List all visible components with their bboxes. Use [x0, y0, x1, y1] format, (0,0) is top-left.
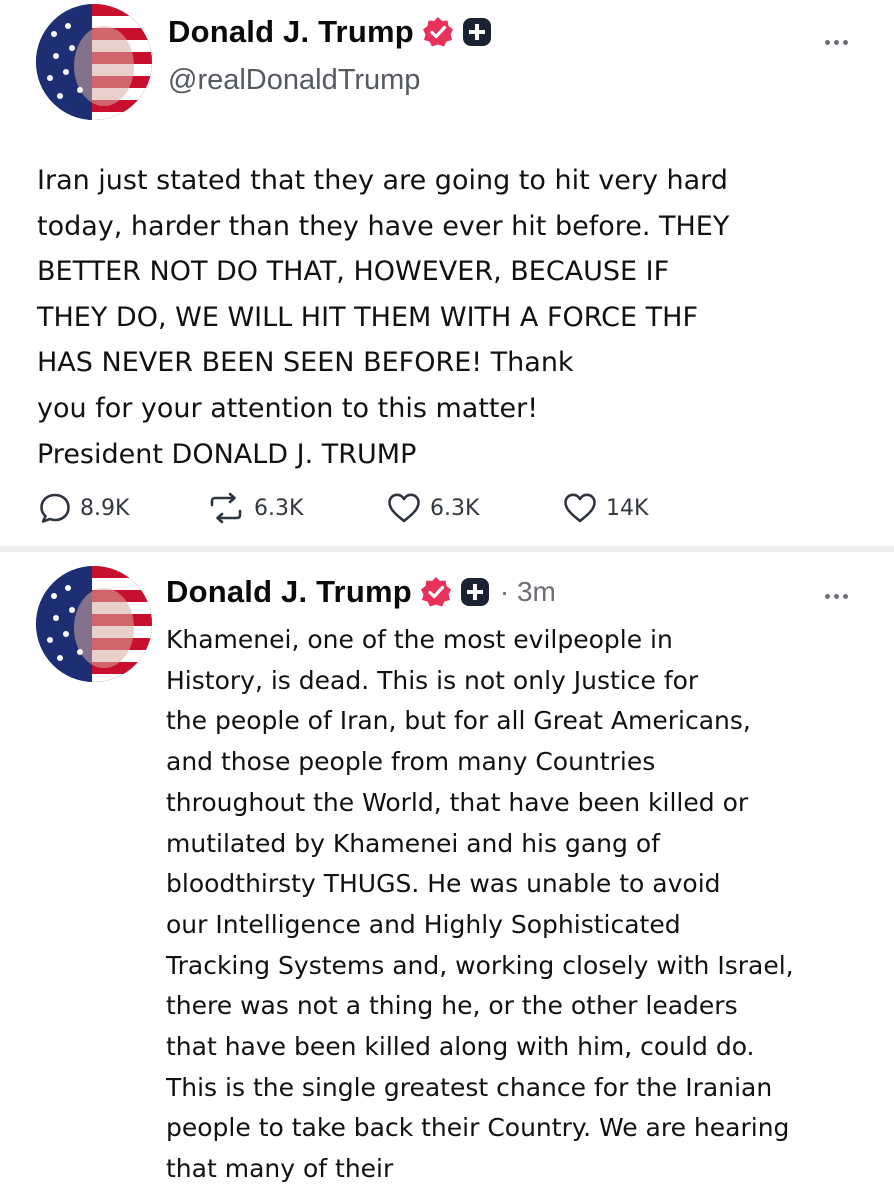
favorite-count: 14K [606, 495, 649, 521]
more-options-icon[interactable] [816, 32, 856, 52]
author-handle[interactable]: @realDonaldTrump [168, 64, 420, 97]
heart-icon [386, 491, 422, 525]
like-count: 6.3K [430, 495, 480, 521]
post-1: Donald J. Trump @realDonaldTrump Iran ju… [0, 0, 894, 548]
post-body: Iran just stated that they are going to … [37, 165, 730, 470]
avatar-flag-portrait-icon [36, 566, 152, 682]
avatar[interactable] [36, 566, 152, 682]
plus-badge-icon [462, 17, 492, 47]
reply-icon [38, 491, 72, 525]
retruth-icon [206, 491, 246, 525]
post-actions: 8.9K 6.3K 6.3K 14K [0, 491, 894, 531]
avatar-flag-portrait-icon [36, 4, 152, 120]
plus-badge-icon [460, 577, 490, 607]
author-row: Donald J. Trump · 3m [166, 574, 556, 610]
heart-icon [562, 491, 598, 525]
reply-count: 8.9K [80, 495, 130, 521]
author-row: Donald J. Trump [168, 14, 492, 50]
post-timestamp[interactable]: · 3m [500, 576, 556, 608]
retruth-count: 6.3K [254, 495, 304, 521]
like-button[interactable]: 6.3K [386, 491, 479, 525]
favorite-button[interactable]: 14K [562, 491, 648, 525]
post-body: Khamenei, one of the most evilpeople in … [166, 625, 794, 1184]
retruth-button[interactable]: 6.3K [206, 491, 303, 525]
verified-badge-icon [422, 16, 454, 48]
verified-badge-icon [420, 576, 452, 608]
author-display-name[interactable]: Donald J. Trump [166, 574, 412, 610]
more-options-icon[interactable] [816, 586, 856, 606]
reply-button[interactable]: 8.9K [38, 491, 129, 525]
author-display-name[interactable]: Donald J. Trump [168, 14, 414, 50]
avatar[interactable] [36, 4, 152, 120]
post-2: Donald J. Trump · 3m Khamenei, one of th… [0, 550, 894, 1199]
